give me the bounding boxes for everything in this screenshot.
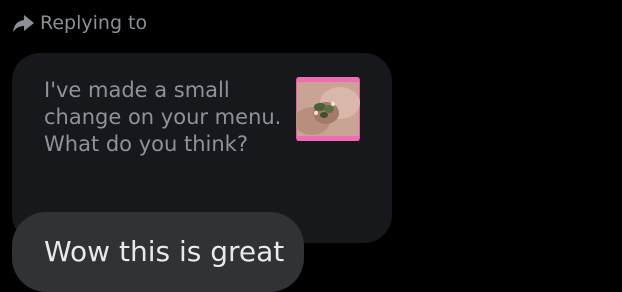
reply-arrow-icon: [12, 12, 40, 34]
dm-conversation: Replying to I've made a small change on …: [0, 0, 622, 292]
replying-to-label: Replying to: [40, 12, 148, 34]
quoted-image-thumbnail[interactable]: [296, 77, 360, 141]
quoted-message-text: I've made a small change on your menu. W…: [44, 78, 282, 156]
reply-message-text: Wow this is great: [44, 235, 285, 268]
reply-message-bubble[interactable]: Wow this is great: [12, 212, 304, 292]
replying-to-header: Replying to: [12, 12, 147, 34]
